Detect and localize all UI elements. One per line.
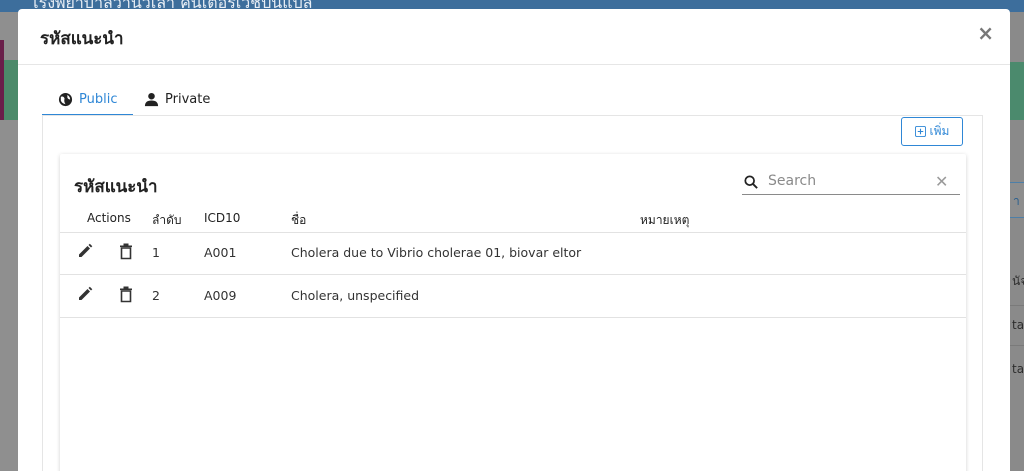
person-icon — [144, 92, 159, 107]
cell-order: 1 — [152, 245, 160, 260]
header-icd10[interactable]: ICD10 — [204, 211, 240, 225]
table-row: 2 A009 Cholera, unspecified — [60, 275, 966, 318]
table-header: Actions ลำดับ ICD10 ชื่อ หมายเหตุ — [60, 206, 966, 233]
tab-label: Public — [79, 92, 118, 107]
tab-public[interactable]: Public — [42, 85, 134, 116]
header-order[interactable]: ลำดับ — [152, 211, 182, 230]
bg-right-text: ta — [1012, 362, 1024, 376]
add-button[interactable]: เพิ่ม — [901, 117, 963, 146]
search-field: ✕ — [742, 168, 960, 195]
modal-header: รหัสแนะนำ × — [18, 9, 1010, 65]
tab-private[interactable]: Private — [128, 85, 226, 114]
tab-bar: Public Private — [42, 85, 982, 116]
bg-right-text: นัจจ — [1012, 274, 1024, 288]
edit-icon[interactable] — [77, 286, 93, 305]
modal-dialog: รหัสแนะนำ × Public Private เพิ่ม รหัสแนะ… — [18, 9, 1010, 471]
table-row: 1 A001 Cholera due to Vibrio cholerae 01… — [60, 232, 966, 275]
delete-icon[interactable] — [119, 243, 133, 263]
plus-square-icon — [914, 126, 926, 137]
table-title: รหัสแนะนำ — [74, 177, 158, 197]
table-card: รหัสแนะนำ ✕ Actions ลำดับ ICD10 ชื่อ หมา… — [60, 154, 966, 471]
cell-icd10: A001 — [204, 245, 237, 260]
clear-icon[interactable]: ✕ — [935, 172, 948, 191]
cell-name: Cholera due to Vibrio cholerae 01, biova… — [291, 245, 582, 260]
delete-icon[interactable] — [119, 286, 133, 306]
tab-panel: เพิ่ม รหัสแนะนำ ✕ Actions ลำดับ ICD10 ชื… — [42, 115, 983, 471]
bg-right-text: ta — [1012, 318, 1024, 332]
modal-title: รหัสแนะนำ — [40, 29, 124, 49]
cell-name: Cholera, unspecified — [291, 288, 420, 303]
bg-left-accent — [0, 40, 4, 120]
tab-label: Private — [165, 92, 211, 107]
edit-icon[interactable] — [77, 243, 93, 262]
close-icon[interactable]: × — [977, 23, 994, 43]
header-actions: Actions — [87, 211, 131, 225]
search-input[interactable] — [766, 171, 930, 191]
globe-icon — [58, 92, 73, 107]
header-note[interactable]: หมายเหตุ — [640, 211, 689, 230]
bg-divider — [1010, 305, 1024, 306]
cell-order: 2 — [152, 288, 160, 303]
cell-icd10: A009 — [204, 288, 237, 303]
search-icon — [744, 174, 758, 193]
bg-divider — [1010, 345, 1024, 346]
header-name[interactable]: ชื่อ — [291, 211, 306, 230]
add-button-label: เพิ่ม — [929, 124, 950, 138]
bg-right-panel — [1010, 62, 1024, 120]
